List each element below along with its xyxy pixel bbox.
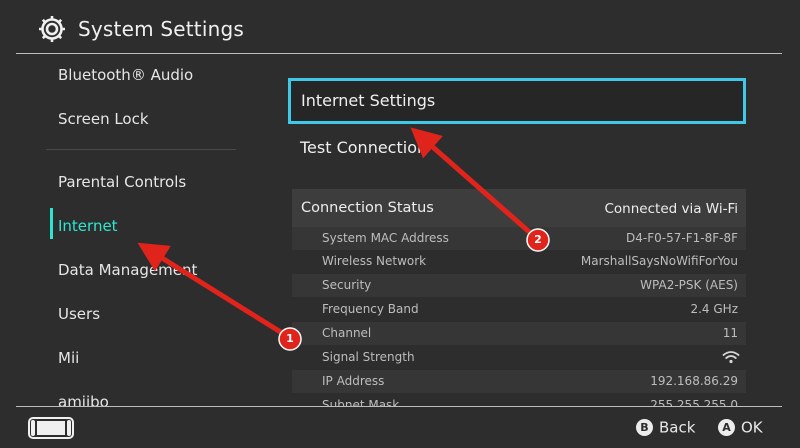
status-row-ip-address: IP Address 192.168.86.29 [292, 370, 746, 393]
status-row-mac-address: System MAC Address D4-F0-57-F1-8F-8F [292, 227, 746, 250]
gear-icon [39, 16, 65, 42]
page-title: System Settings [78, 17, 244, 41]
internet-settings-button[interactable]: Internet Settings [288, 78, 746, 124]
test-connection-button[interactable]: Test Connection [288, 125, 746, 171]
footer: B Back A OK [0, 407, 800, 448]
status-row-value: WPA2-PSK (AES) [640, 278, 738, 292]
status-row-key: Channel [322, 326, 372, 340]
status-row-key: Security [322, 278, 372, 292]
status-row-security: Security WPA2-PSK (AES) [292, 274, 746, 297]
b-button-icon: B [636, 419, 653, 436]
ok-label: OK [741, 418, 763, 437]
sidebar: Bluetooth® Audio Screen Lock Parental Co… [0, 54, 255, 406]
sidebar-item-users[interactable]: Users [58, 305, 100, 323]
status-row-key: IP Address [322, 374, 385, 388]
status-row-value: MarshallSaysNoWifiForYou [580, 254, 738, 268]
status-row-key: System MAC Address [322, 231, 449, 245]
sidebar-item-parental-controls[interactable]: Parental Controls [58, 173, 186, 191]
status-row-key: Subnet Mask [322, 398, 400, 406]
status-row-wireless-network: Wireless Network MarshallSaysNoWifiForYo… [292, 250, 746, 273]
sidebar-item-mii[interactable]: Mii [58, 349, 79, 367]
sidebar-item-bluetooth-audio[interactable]: Bluetooth® Audio [58, 66, 193, 84]
status-row-value: 11 [722, 326, 738, 340]
annotation-marker-2-label: 2 [534, 233, 542, 246]
sidebar-divider [46, 149, 236, 150]
status-row-key: Signal Strength [322, 350, 415, 364]
back-button[interactable]: B Back [636, 418, 695, 438]
header: System Settings [0, 0, 800, 54]
status-row-signal-strength: Signal Strength [292, 346, 746, 369]
connection-status-value: Connected via Wi-Fi [604, 201, 739, 217]
wifi-signal-icon [722, 351, 740, 364]
a-button-icon: A [718, 419, 735, 436]
status-row-value: 2.4 GHz [690, 302, 738, 316]
annotation-marker-1-label: 1 [286, 332, 294, 345]
ok-button[interactable]: A OK [718, 418, 763, 438]
sidebar-active-indicator [50, 208, 53, 239]
sidebar-item-amiibo[interactable]: amiibo [58, 393, 109, 406]
sidebar-item-internet[interactable]: Internet [58, 217, 118, 235]
status-row-subnet-mask: Subnet Mask 255.255.255.0 [292, 394, 746, 406]
status-row-key: Frequency Band [322, 302, 419, 316]
status-row-key: Wireless Network [322, 254, 427, 268]
status-row-value: 192.168.86.29 [650, 374, 738, 388]
status-row-value: D4-F0-57-F1-8F-8F [626, 231, 738, 245]
status-row-channel: Channel 11 [292, 322, 746, 345]
connection-status-label: Connection Status [301, 200, 434, 216]
status-row-frequency-band: Frequency Band 2.4 GHz [292, 298, 746, 321]
back-label: Back [659, 418, 696, 437]
sidebar-item-data-management[interactable]: Data Management [58, 261, 197, 279]
sidebar-item-screen-lock[interactable]: Screen Lock [58, 110, 149, 128]
status-row-value: 255.255.255.0 [650, 398, 738, 406]
connection-status-header: Connection Status Connected via Wi-Fi [292, 189, 746, 227]
console-icon [28, 417, 74, 439]
